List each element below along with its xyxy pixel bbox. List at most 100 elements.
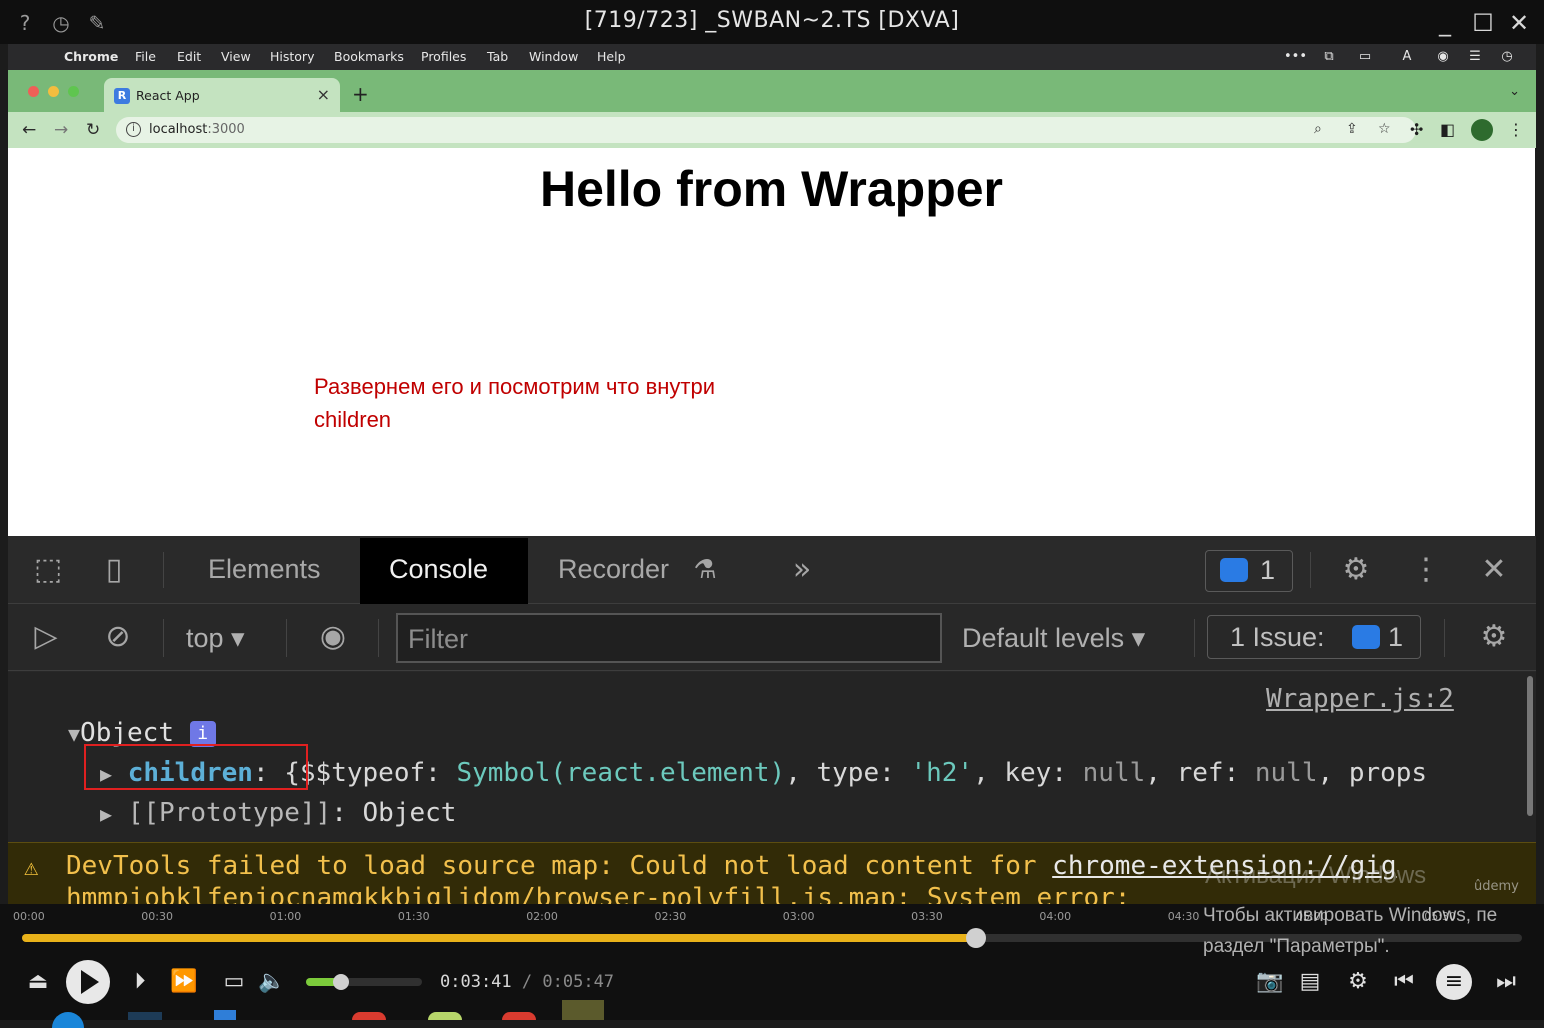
menu-history[interactable]: History xyxy=(270,49,314,64)
console-filter-input[interactable]: Filter xyxy=(396,613,942,663)
reload-icon[interactable]: ↻ xyxy=(86,120,100,140)
volume-icon[interactable]: 🔈 xyxy=(256,966,288,998)
page-viewport: Hello from Wrapper Развернем его и посмо… xyxy=(8,148,1535,536)
screen-record-icon[interactable]: ⧉ xyxy=(1320,48,1338,65)
expanded-triangle-icon[interactable]: ▼ xyxy=(68,722,80,746)
prototype-row[interactable]: ▶ [[Prototype]]: Object xyxy=(100,798,456,828)
timeline-label: 04:30 xyxy=(1167,910,1200,923)
taskbar-app-icon[interactable] xyxy=(52,1012,84,1028)
tab-console-label[interactable]: Console xyxy=(389,554,488,585)
taskbar-active-app[interactable] xyxy=(562,1000,604,1020)
eject-icon[interactable]: ⏏ xyxy=(22,966,54,998)
taskbar-app-icon[interactable] xyxy=(214,1010,236,1020)
clock-icon[interactable]: ◷ xyxy=(1498,48,1516,65)
next-file-icon[interactable]: ⏭ xyxy=(1490,966,1522,998)
address-bar[interactable]: i localhost:3000 ⌕ ⇪ ☆ xyxy=(116,117,1416,143)
menu-tab[interactable]: Tab xyxy=(487,49,508,64)
taskbar-app-icon[interactable] xyxy=(352,1012,386,1020)
subtitles-icon[interactable]: ▭ xyxy=(218,966,250,998)
user-icon[interactable]: ◉ xyxy=(1434,48,1452,65)
flask-icon: ⚗ xyxy=(693,555,717,585)
collapsed-triangle-icon[interactable]: ▶ xyxy=(100,802,112,826)
bookmark-star-icon[interactable]: ☆ xyxy=(1378,121,1391,137)
timeline-label: 01:00 xyxy=(269,910,302,923)
screenshot-camera-icon[interactable]: 📷 xyxy=(1254,966,1286,998)
issues-counter-button[interactable]: 1 xyxy=(1205,550,1293,592)
menu-profiles[interactable]: Profiles xyxy=(421,49,466,64)
player-settings-icon[interactable]: ⚙ xyxy=(1342,966,1374,998)
seek-handle[interactable] xyxy=(966,928,986,948)
settings-gear-icon[interactable]: ⚙ xyxy=(1336,552,1376,588)
extensions-icon[interactable]: ✣ xyxy=(1410,120,1423,139)
warning-icon: ⚠ xyxy=(24,853,39,881)
clear-console-icon[interactable]: ⊘ xyxy=(98,619,138,655)
source-link[interactable]: Wrapper.js:2 xyxy=(1266,684,1454,714)
udemy-watermark: ûdemy xyxy=(1474,879,1519,894)
play-button[interactable] xyxy=(66,960,110,1004)
profile-avatar[interactable] xyxy=(1471,119,1493,141)
live-expression-eye-icon[interactable]: ◉ xyxy=(310,619,356,655)
previous-file-icon[interactable]: ⏮ xyxy=(1388,966,1420,998)
tab-recorder[interactable]: Recorder xyxy=(558,554,669,585)
mac-menu-bar: Chrome File Edit View History Bookmarks … xyxy=(8,44,1536,70)
taskbar-app-icon[interactable] xyxy=(502,1012,536,1020)
timeline-label: 00:30 xyxy=(141,910,173,923)
next-frame-icon[interactable]: ⏵ xyxy=(124,966,156,998)
tab-close-icon[interactable]: × xyxy=(317,85,330,104)
menu-help[interactable]: Help xyxy=(597,49,626,64)
issues-button[interactable]: 1 Issue: 1 xyxy=(1207,615,1421,659)
taskbar-app-icon[interactable] xyxy=(428,1012,462,1020)
tab-elements[interactable]: Elements xyxy=(208,554,321,585)
close-devtools-icon[interactable]: ✕ xyxy=(1476,552,1512,588)
menu-view[interactable]: View xyxy=(221,49,251,64)
site-info-icon[interactable]: i xyxy=(126,122,141,137)
keyboard-input-icon[interactable]: A xyxy=(1398,48,1416,65)
menu-window[interactable]: Window xyxy=(529,49,578,64)
timeline-label: 00:00 xyxy=(13,910,45,923)
url-text[interactable]: localhost:3000 xyxy=(149,122,245,137)
tab-search-chevron-icon[interactable]: ⌄ xyxy=(1509,84,1520,99)
player-title-bar: ? ◷ ✎ [719/723] _SWBAN~2.TS [DXVA] _ ☐ ✕ xyxy=(0,0,1544,44)
menu-bookmarks[interactable]: Bookmarks xyxy=(334,49,404,64)
playlist-icon[interactable]: ≡ xyxy=(1436,964,1472,1000)
zoom-icon[interactable]: ⌕ xyxy=(1314,121,1322,137)
page-heading: Hello from Wrapper xyxy=(539,161,1004,217)
more-tabs-icon[interactable]: » xyxy=(784,552,820,588)
sidebar-toggle-icon[interactable]: ▷ xyxy=(26,619,66,655)
console-settings-gear-icon[interactable]: ⚙ xyxy=(1474,619,1514,655)
console-toolbar: ▷ ⊘ top ▾ ◉ Filter Default levels ▾ 1 Is… xyxy=(8,605,1536,671)
menu-edit[interactable]: Edit xyxy=(177,49,201,64)
close-window-icon[interactable]: ✕ xyxy=(1502,6,1536,40)
zoom-traffic-light[interactable] xyxy=(68,86,79,97)
console-scrollbar[interactable] xyxy=(1527,676,1533,816)
minimize-icon[interactable]: _ xyxy=(1428,6,1462,40)
menu-chrome[interactable]: Chrome xyxy=(64,49,118,64)
device-toolbar-icon[interactable]: ▯ xyxy=(94,552,134,588)
more-icon[interactable]: ••• xyxy=(1284,48,1307,65)
fast-forward-icon[interactable]: ⏩ xyxy=(168,966,200,998)
close-traffic-light[interactable] xyxy=(28,86,39,97)
share-icon[interactable]: ⇪ xyxy=(1346,121,1358,137)
volume-handle[interactable] xyxy=(332,974,349,990)
minimize-traffic-light[interactable] xyxy=(48,86,59,97)
taskbar-app-icon[interactable] xyxy=(128,1012,162,1020)
forward-icon[interactable]: → xyxy=(54,120,68,140)
chrome-menu-icon[interactable]: ⋮ xyxy=(1508,120,1524,139)
kebab-menu-icon[interactable]: ⋮ xyxy=(1408,552,1444,588)
taskbar-strip xyxy=(0,1000,1544,1028)
log-levels-dropdown[interactable]: Default levels ▾ xyxy=(962,623,1145,654)
new-tab-icon[interactable]: + xyxy=(352,82,369,106)
tab-react-app[interactable]: R React App × xyxy=(104,78,340,112)
control-center-icon[interactable]: ☰ xyxy=(1466,48,1484,65)
playback-time: 0:03:41 / 0:05:47 xyxy=(440,972,615,992)
message-icon xyxy=(1220,558,1248,582)
battery-icon[interactable]: ▭ xyxy=(1356,48,1374,65)
menu-file[interactable]: File xyxy=(135,49,156,64)
film-strip-icon[interactable]: ▤ xyxy=(1294,966,1326,998)
inspect-element-icon[interactable]: ⬚ xyxy=(28,552,68,588)
maximize-icon[interactable]: ☐ xyxy=(1466,6,1500,40)
back-icon[interactable]: ← xyxy=(22,120,36,140)
context-selector[interactable]: top ▾ xyxy=(186,623,245,654)
browser-tab-strip: R React App × + ⌄ xyxy=(8,70,1536,112)
side-panel-icon[interactable]: ◧ xyxy=(1440,120,1455,139)
